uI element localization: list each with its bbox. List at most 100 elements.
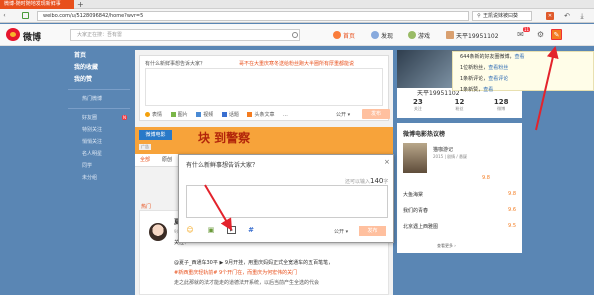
video-button[interactable]: 视频 — [196, 111, 213, 118]
home-icon — [333, 31, 341, 39]
weibo-logo-icon[interactable] — [6, 28, 20, 41]
topic-icon[interactable]: # — [247, 226, 255, 234]
publisher-promo-link[interactable]: 哥不在大重庆寒冬送给粉丝跑大半圈所有厚重都能说 — [239, 60, 354, 67]
nav-find[interactable]: 发现 — [371, 31, 393, 40]
browser-tab[interactable]: 微博-随时随地发现新鲜事 — [0, 0, 74, 9]
game-icon — [408, 31, 416, 39]
sidebar-item-label: 我的赞 — [74, 76, 93, 83]
new-badge: N — [122, 115, 127, 120]
stat-number: 128 — [493, 98, 509, 106]
nav-find-label: 发现 — [381, 33, 394, 40]
rank-item[interactable]: 大鱼海棠 9.8 — [403, 191, 516, 198]
message-badge: 11 — [523, 27, 531, 32]
search-icon[interactable]: ⚲ — [475, 12, 483, 20]
avatar[interactable] — [149, 223, 167, 241]
sidebar-item-label: 同学 — [82, 163, 93, 169]
tab-all[interactable]: 全部 — [135, 154, 155, 167]
publisher-box: 有什么新鲜事想告诉大家？ 哥不在大重庆寒冬送给粉丝跑大半圈所有厚重都能说 表情 … — [139, 55, 390, 121]
stat-label: 微博 — [497, 106, 506, 111]
emoji-label: 表情 — [152, 112, 163, 118]
sidebar-item[interactable]: 我的赞 — [68, 74, 130, 86]
emoji-button[interactable]: 表情 — [145, 111, 162, 118]
video-icon[interactable]: ▶ — [227, 226, 236, 234]
notification-line: 1条新赞，查看 — [453, 85, 593, 96]
image-label: 图片 — [177, 112, 188, 118]
search-icon[interactable] — [292, 32, 298, 38]
close-icon[interactable]: × — [384, 158, 390, 166]
rank-item-score: 9.8 — [508, 191, 516, 197]
sidebar-item-label: 未分组 — [82, 175, 98, 181]
feed-topic-link[interactable]: #新西重庆轻轨前# 9个开门在，而重庆为何宏伟的关门 — [174, 269, 297, 276]
more-tools-button[interactable]: ... — [283, 112, 288, 118]
image-icon — [170, 112, 176, 117]
modal-submit-button[interactable]: 发布 — [359, 226, 386, 236]
undo-icon[interactable]: ↶ — [563, 12, 571, 20]
notification-link[interactable]: 查看 — [483, 87, 493, 93]
sidebar-item-label: 特别关注 — [82, 127, 103, 133]
nav-game[interactable]: 游戏 — [408, 31, 430, 40]
publisher-visibility-select[interactable]: 公开 ▾ — [336, 111, 350, 118]
publisher-submit-button[interactable]: 发布 — [362, 109, 390, 119]
nav-home[interactable]: 首页 — [333, 31, 355, 40]
notification-link[interactable]: 查看 — [515, 54, 525, 60]
ad-banner[interactable]: 微博电影 块 到警察 广告 — [135, 127, 393, 154]
publisher-textarea[interactable] — [145, 68, 383, 106]
address-bar: ‹ 王凯说妹被曰葵 ⚲ ✕ ↶ ⤓ — [0, 9, 594, 23]
video-icon — [196, 112, 202, 117]
stat-number: 23 — [412, 98, 423, 106]
rank-title: 微博电影热议榜 — [403, 131, 446, 138]
publisher-toolbar: 表情 图片 视频 话题 头条文章 ... — [145, 111, 295, 118]
nav-user[interactable]: 天平19951102 — [446, 31, 499, 40]
movie-name[interactable]: 猫咖游记 — [433, 146, 453, 153]
stat-following[interactable]: 23 关注 — [397, 98, 439, 112]
sidebar-item[interactable]: 名人明星 — [68, 148, 130, 160]
modal-title: 有什么新鲜事想告诉大家？ — [186, 162, 259, 169]
movie-poster-image[interactable] — [403, 143, 427, 173]
back-icon[interactable]: ‹ — [2, 12, 7, 20]
stat-posts[interactable]: 128 微博 — [480, 98, 522, 112]
lock-icon — [22, 12, 29, 19]
image-button[interactable]: 图片 — [170, 111, 188, 118]
weibo-logo-text[interactable]: 微博 — [23, 30, 41, 43]
sidebar-item[interactable]: 同学 — [68, 160, 130, 172]
emoji-icon — [145, 112, 150, 117]
stat-followers[interactable]: 12 粉丝 — [439, 98, 481, 112]
notification-popup: 644条新的好友圈微博，查看 1位新粉丝，查看粉丝 1条新评论，查看评论 1条新… — [452, 51, 594, 93]
feed-text-line: @夏子_西通车30平 ▶ 9月开挂，用重庆妈妈正式全宽通车的五百笔笔， — [174, 260, 334, 266]
new-tab-button[interactable]: + — [77, 0, 84, 9]
sidebar-item[interactable]: 悄悄关注 — [68, 136, 130, 148]
sidebar-item[interactable]: 热门微博 — [68, 93, 130, 105]
topic-button[interactable]: 话题 — [221, 111, 239, 118]
sidebar-item[interactable]: 好友圈 N — [68, 112, 130, 124]
divider — [68, 89, 130, 90]
browser-tab-bar: 微博-随时随地发现新鲜事 + — [0, 0, 594, 9]
find-icon — [371, 31, 379, 39]
article-button[interactable]: 头条文章 — [247, 111, 274, 118]
rank-item[interactable]: 我们的青春 9.6 — [403, 207, 516, 214]
download-icon[interactable]: ⤓ — [578, 12, 586, 20]
url-input[interactable] — [37, 11, 469, 21]
stat-number: 12 — [454, 98, 465, 106]
banner-logo: 微博电影 — [139, 130, 172, 140]
rank-item[interactable]: 北京遇上西雅图 9.5 — [403, 223, 516, 230]
extension-icon[interactable]: ✕ — [546, 12, 554, 20]
compose-icon[interactable]: ✎ — [551, 29, 562, 40]
settings-icon[interactable]: ⚙ — [536, 30, 545, 39]
char-counter-number: 140 — [370, 177, 384, 185]
emoji-icon[interactable]: ☺ — [186, 226, 194, 234]
image-icon[interactable]: ▣ — [207, 226, 215, 234]
stat-label: 关注 — [413, 106, 422, 111]
rank-more-link[interactable]: 查看更多 › — [437, 243, 456, 249]
notification-link[interactable]: 查看粉丝 — [488, 65, 508, 71]
notification-text: 644条新的好友圈微博， — [460, 54, 515, 60]
notification-link[interactable]: 查看评论 — [488, 76, 508, 82]
nav-game-label: 游戏 — [418, 33, 431, 40]
tab-original[interactable]: 原创 — [157, 154, 177, 167]
sidebar-item[interactable]: 首页 — [68, 50, 130, 62]
weibo-search-input[interactable]: 大家正在搜：吾有雷 — [70, 29, 300, 41]
modal-visibility-select[interactable]: 公开 ▾ — [334, 228, 348, 235]
sidebar-item[interactable]: 未分组 — [68, 172, 130, 184]
modal-textarea[interactable] — [186, 185, 388, 218]
sidebar-item[interactable]: 我的收藏 — [68, 62, 130, 74]
sidebar-item[interactable]: 特别关注 — [68, 124, 130, 136]
